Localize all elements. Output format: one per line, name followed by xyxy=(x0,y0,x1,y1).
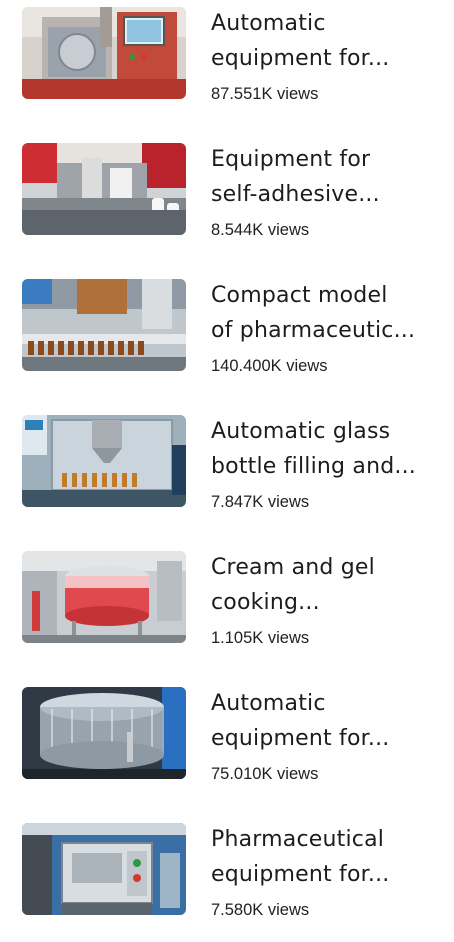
glass-drum-machine-image xyxy=(22,687,186,779)
video-thumbnail[interactable] xyxy=(22,687,186,779)
video-item[interactable]: Automatic equipment for... 87.551K views xyxy=(0,0,454,126)
video-title[interactable]: Automatic equipment for... xyxy=(211,686,439,756)
video-title-line: cooking... xyxy=(211,590,320,615)
view-count: 7.580K views xyxy=(211,901,310,919)
tablet-machine-image xyxy=(22,823,186,915)
video-item[interactable]: Compact model of pharmaceutic... 140.400… xyxy=(0,272,454,398)
cream-cooking-tank-image xyxy=(22,551,186,643)
view-count: 1.105K views xyxy=(211,629,310,647)
video-item[interactable]: Automatic glass bottle filling and... 7.… xyxy=(0,408,454,534)
view-count: 75.010K views xyxy=(211,765,319,783)
video-thumbnail[interactable] xyxy=(22,7,186,99)
video-title-line: Automatic xyxy=(211,691,326,716)
video-item[interactable]: Equipment for self-adhesive... 8.544K vi… xyxy=(0,136,454,262)
video-thumbnail[interactable] xyxy=(22,279,186,371)
video-thumbnail[interactable] xyxy=(22,551,186,643)
video-item[interactable]: Cream and gel cooking... 1.105K views xyxy=(0,544,454,670)
video-thumbnail[interactable] xyxy=(22,415,186,507)
video-title-line: Compact model xyxy=(211,283,388,308)
video-title-line: Automatic xyxy=(211,11,326,36)
video-thumbnail[interactable] xyxy=(22,823,186,915)
video-title-line: Pharmaceutical xyxy=(211,827,385,852)
video-item[interactable]: Pharmaceutical equipment for... 7.580K v… xyxy=(0,816,454,942)
video-title[interactable]: Cream and gel cooking... xyxy=(211,550,439,620)
view-count: 8.544K views xyxy=(211,221,310,239)
video-title-line: Equipment for xyxy=(211,147,371,172)
video-title[interactable]: Pharmaceutical equipment for... xyxy=(211,822,439,892)
video-title[interactable]: Equipment for self-adhesive... xyxy=(211,142,439,212)
video-title-line: self-adhesive... xyxy=(211,182,380,207)
view-count: 87.551K views xyxy=(211,85,319,103)
video-item[interactable]: Automatic equipment for... 75.010K views xyxy=(0,680,454,806)
video-title-line: Cream and gel xyxy=(211,555,375,580)
video-title-line: of pharmaceutic... xyxy=(211,318,416,343)
video-title-line: equipment for... xyxy=(211,726,390,751)
video-title-line: Automatic glass xyxy=(211,419,391,444)
vial-filling-line-image xyxy=(22,279,186,371)
bottle-filling-machine-image xyxy=(22,415,186,507)
view-count: 7.847K views xyxy=(211,493,310,511)
capsule-filling-machine-image xyxy=(22,7,186,99)
view-count: 140.400K views xyxy=(211,357,328,375)
labeling-machine-image xyxy=(22,143,186,235)
video-title-line: equipment for... xyxy=(211,862,390,887)
video-title[interactable]: Automatic glass bottle filling and... xyxy=(211,414,439,484)
video-thumbnail[interactable] xyxy=(22,143,186,235)
video-title-line: equipment for... xyxy=(211,46,390,71)
video-title-line: bottle filling and... xyxy=(211,454,416,479)
video-title[interactable]: Compact model of pharmaceutic... xyxy=(211,278,439,348)
video-title[interactable]: Automatic equipment for... xyxy=(211,6,439,76)
